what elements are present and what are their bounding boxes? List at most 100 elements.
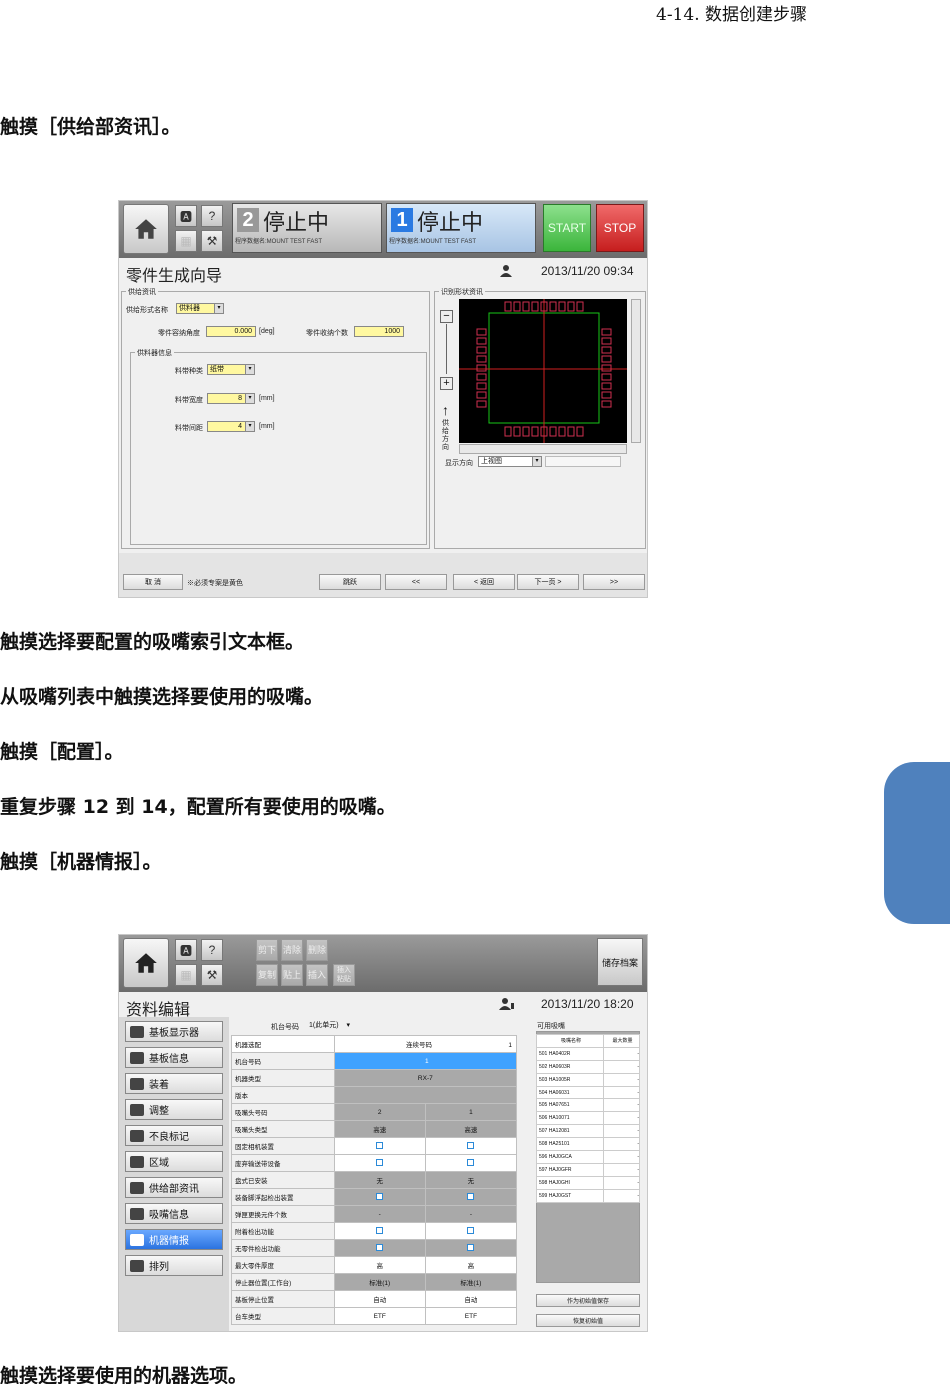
language-icon[interactable]: 🅰 <box>175 939 197 961</box>
zoom-out-button[interactable]: − <box>440 310 453 323</box>
sidebar-item-arrange[interactable]: 排列 <box>125 1255 223 1276</box>
login-icon: ▦ <box>175 964 197 986</box>
table-row[interactable]: 盘式已安装无无 <box>231 1171 518 1189</box>
checkbox[interactable] <box>376 1226 384 1234</box>
nozzle-row[interactable]: 507 HA12081- <box>536 1124 640 1139</box>
restore-initial-button[interactable]: 恢复初始值 <box>536 1314 640 1327</box>
stop-button[interactable]: STOP <box>596 204 644 252</box>
save-as-initial-button[interactable]: 作为初始值保存 <box>536 1294 640 1307</box>
table-row[interactable]: 无零件检出功能 <box>231 1239 518 1257</box>
help-icon[interactable]: ? <box>201 939 223 961</box>
table-row[interactable]: 最大零件厚度高高 <box>231 1256 518 1274</box>
view-direction-label: 显示方向 <box>445 460 473 467</box>
table-row[interactable]: 机器类型 RX-7 <box>231 1069 518 1087</box>
pitch-select[interactable]: 4 ▾ <box>207 421 255 432</box>
sidebar-item-area[interactable]: 区域 <box>125 1151 223 1172</box>
table-row[interactable]: 版本 <box>231 1086 518 1104</box>
cancel-button[interactable]: 取 消 <box>123 574 183 590</box>
sidebar-item-mounting[interactable]: 装着 <box>125 1073 223 1094</box>
tool-icon[interactable]: ⚒ <box>201 230 223 252</box>
sidebar-item-board-display[interactable]: 基板显示器 <box>125 1021 223 1042</box>
sidebar-item-board-info[interactable]: 基板信息 <box>125 1047 223 1068</box>
machine-1-status[interactable]: 1 停止中 程序数据名:MOUNT TEST FAST <box>386 203 536 253</box>
sidebar-item-bad-mark[interactable]: 不良标记 <box>125 1125 223 1146</box>
nozzle-row[interactable]: 501 HA0402R - <box>536 1046 640 1061</box>
nozzle-row[interactable]: 503 HA1005R - <box>536 1072 640 1087</box>
checkbox[interactable] <box>467 1158 475 1166</box>
table-row[interactable]: 固定相机装置 <box>231 1137 518 1155</box>
nozzle-row[interactable]: 596 HAJ0GCA - <box>536 1150 640 1164</box>
first-page-button[interactable]: << <box>385 574 447 590</box>
checkbox[interactable] <box>376 1141 384 1149</box>
checkbox[interactable] <box>467 1192 475 1200</box>
home-button-2[interactable] <box>123 938 169 988</box>
angle-input[interactable]: 0.000 <box>206 326 256 337</box>
nozzle-row[interactable]: 508 HA25101- <box>536 1137 640 1152</box>
machine-2-status[interactable]: 2 停止中 程序数据名:MOUNT TEST FAST <box>232 203 382 253</box>
nozzle-row[interactable]: 598 HAJ0GHI - <box>536 1175 640 1190</box>
cut-button[interactable]: 剪下 <box>256 939 278 961</box>
step-touch-machine-info: 触摸［机器情报］。 <box>0 851 162 873</box>
sidebar-item-nozzle-info[interactable]: 吸嘴信息 <box>125 1203 223 1224</box>
help-icon[interactable]: ? <box>201 205 223 227</box>
save-file-button[interactable]: 储存档案 <box>597 938 643 986</box>
checkbox[interactable] <box>376 1243 384 1251</box>
feeder-detail-label: 供料器信息 <box>135 348 174 358</box>
table-row[interactable]: 停止器位置(工作台) 标准(1) 标准(1) <box>231 1273 518 1291</box>
paste-button[interactable]: 贴上 <box>281 964 303 986</box>
copy-button[interactable]: 复制 <box>256 964 278 986</box>
horizontal-scrollbar[interactable] <box>459 444 627 454</box>
table-row[interactable]: 弹匣更换元件个数 - - <box>231 1205 518 1223</box>
language-icon[interactable]: 🅰 <box>175 205 197 227</box>
machine-number-cell[interactable]: 1 <box>333 1052 518 1070</box>
last-page-button[interactable]: >> <box>583 574 645 590</box>
table-row[interactable]: 附着检出功能 <box>231 1222 518 1240</box>
table-row[interactable]: 台车类型 ETF ETF <box>231 1307 518 1325</box>
nozzle-row[interactable]: 504 HA06031- <box>536 1085 640 1100</box>
delete-button[interactable]: 删除 <box>306 939 328 961</box>
zoom-slider[interactable] <box>446 324 447 374</box>
checkbox[interactable] <box>467 1226 475 1234</box>
next-button[interactable]: 下一页 > <box>517 574 579 590</box>
back-button[interactable]: < 返回 <box>453 574 515 590</box>
feeder-type-select[interactable]: 供料器 ▾ <box>176 303 224 314</box>
feeder-detail-group: 供料器信息 料带种类 纸带 ▾ 料带宽度 8 ▾ [mm] 料带间距 4 ▾ [mm] <box>130 348 427 545</box>
table-row[interactable]: 废弃输送带设备 <box>231 1154 518 1172</box>
sidebar-item-adjust[interactable]: 调整 <box>125 1099 223 1120</box>
table-row[interactable]: 装备脚浮起检出装置 <box>231 1188 518 1206</box>
vertical-scrollbar[interactable] <box>631 299 641 443</box>
jump-button[interactable]: 跳跃 <box>319 574 381 590</box>
machine-number-select[interactable]: 1(此单元) ▾ <box>307 1020 363 1031</box>
tape-width-select[interactable]: 8 ▾ <box>207 393 255 404</box>
required-note: ※必须专案是黄色 <box>187 580 243 587</box>
checkbox[interactable] <box>376 1158 384 1166</box>
checkbox[interactable] <box>376 1192 384 1200</box>
insert-button[interactable]: 插入 <box>306 964 328 986</box>
tool-icon[interactable]: ⚒ <box>201 964 223 986</box>
table-row[interactable]: 基板停止位置 自动 自动 <box>231 1290 518 1308</box>
start-button[interactable]: START <box>543 204 591 252</box>
home-icon <box>135 953 157 973</box>
table-row[interactable]: 吸嘴头号码 2 1 <box>231 1103 518 1121</box>
sidebar-item-feeder-info[interactable]: 供给部资讯 <box>125 1177 223 1198</box>
table-row[interactable]: 吸嘴头类型 高速 高速 <box>231 1120 518 1138</box>
tape-type-select[interactable]: 纸带 ▾ <box>207 364 255 375</box>
clear-button[interactable]: 清除 <box>281 939 303 961</box>
count-input[interactable]: 1000 <box>354 326 404 337</box>
nozzle-row[interactable]: 599 HAJ0GST - <box>536 1188 640 1203</box>
nozzle-row[interactable]: 502 HA0603R - <box>536 1059 640 1074</box>
zoom-in-button[interactable]: + <box>440 377 453 390</box>
nozzle-row[interactable]: 597 HAJ0GFR - <box>536 1162 640 1177</box>
area-icon <box>130 1155 144 1168</box>
checkbox[interactable] <box>467 1243 475 1251</box>
table-row[interactable]: 机台号码 1 <box>231 1052 518 1070</box>
nozzle-row[interactable]: 505 HA07651- <box>536 1098 640 1113</box>
insert-paste-button[interactable]: 插入粘贴 <box>333 964 355 986</box>
chapter-tab <box>884 762 950 924</box>
nozzle-row[interactable]: 506 HA10071- <box>536 1111 640 1126</box>
view-direction-select[interactable]: 上视图 ▾ <box>478 456 542 467</box>
step-touch-feeder-info: 触摸［供给部资讯］。 <box>0 116 181 138</box>
home-button[interactable] <box>123 204 169 254</box>
checkbox[interactable] <box>467 1141 475 1149</box>
sidebar-item-machine-info[interactable]: 机器情报 <box>125 1229 223 1250</box>
